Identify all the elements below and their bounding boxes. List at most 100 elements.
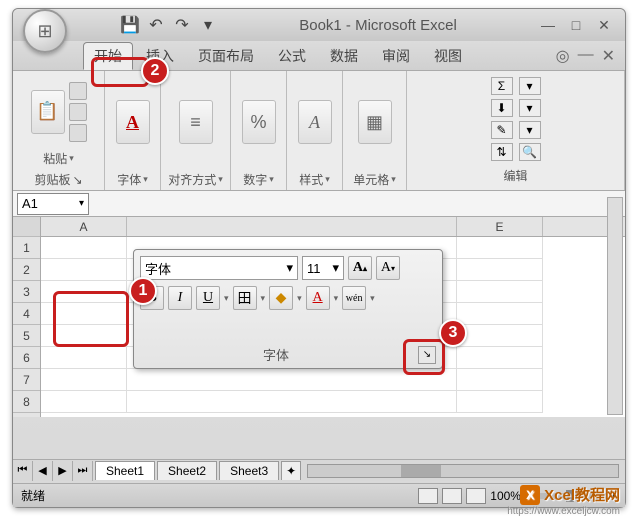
office-button[interactable]: ⊞ <box>23 9 67 53</box>
clear-icon[interactable]: ✎ <box>491 121 513 139</box>
redo-icon[interactable]: ↷ <box>173 16 191 34</box>
italic-button[interactable]: I <box>168 286 192 310</box>
tab-data[interactable]: 数据 <box>319 42 369 70</box>
number-button[interactable]: % <box>242 100 276 144</box>
group-clipboard: 📋 粘贴▾ 剪贴板 ↘ <box>13 71 105 190</box>
row-header[interactable]: 1 <box>13 237 40 259</box>
row-header[interactable]: 5 <box>13 325 40 347</box>
font-name-combo[interactable]: 字体▾ <box>140 256 298 280</box>
tab-layout[interactable]: 页面布局 <box>187 42 265 70</box>
ribbon: 📋 粘贴▾ 剪贴板 ↘ A 字体▾ ≡ 对齐方式▾ % 数字▾ A 样式▾ <box>13 71 625 191</box>
save-icon[interactable]: 💾 <box>121 16 139 34</box>
sheet-tab-1[interactable]: Sheet1 <box>95 461 155 480</box>
row-header[interactable]: 8 <box>13 391 40 413</box>
row-header[interactable]: 3 <box>13 281 40 303</box>
horizontal-scrollbar[interactable] <box>307 464 619 478</box>
row-headers: 1 2 3 4 5 6 7 8 <box>13 217 41 417</box>
quick-access-toolbar: 💾 ↶ ↷ ▾ <box>121 16 217 34</box>
clear-drop-icon[interactable]: ▾ <box>519 121 541 139</box>
autosum-drop-icon[interactable]: ▾ <box>519 77 541 95</box>
autosum-icon[interactable]: Σ <box>491 77 513 95</box>
number-label: 数字 <box>243 171 267 188</box>
first-sheet-icon[interactable]: ⏮ <box>13 461 33 481</box>
underline-button[interactable]: U <box>196 286 220 310</box>
name-box[interactable]: A1 ▾ <box>17 193 89 215</box>
font-color-button[interactable]: A <box>306 286 330 310</box>
alignment-button[interactable]: ≡ <box>179 100 213 144</box>
sheet-tab-3[interactable]: Sheet3 <box>219 461 279 480</box>
shrink-font-button[interactable]: A▾ <box>376 256 400 280</box>
annotation-badge-1: 1 <box>129 277 157 305</box>
row-header[interactable]: 7 <box>13 369 40 391</box>
sheet-tab-bar: ⏮ ◀ ▶ ⏭ Sheet1 Sheet2 Sheet3 ✦ <box>13 459 625 481</box>
tab-review[interactable]: 审阅 <box>371 42 421 70</box>
col-header-hidden <box>127 217 457 236</box>
vertical-scrollbar[interactable] <box>607 197 623 415</box>
page-layout-view-icon[interactable] <box>442 488 462 504</box>
group-font: A 字体▾ <box>105 71 161 190</box>
editing-label: 编辑 <box>413 165 618 186</box>
fill-drop-icon[interactable]: ▾ <box>519 99 541 117</box>
annotation-badge-2: 2 <box>141 57 169 85</box>
undo-icon[interactable]: ↶ <box>147 16 165 34</box>
col-header[interactable]: A <box>41 217 127 236</box>
annotation-box-3 <box>403 339 445 375</box>
fill-color-button[interactable]: ◆ <box>269 286 293 310</box>
paste-button[interactable]: 📋 <box>31 90 65 134</box>
watermark-text: Xcel教程网 <box>544 484 620 505</box>
chevron-down-icon[interactable]: ▾ <box>69 153 74 164</box>
clipboard-launcher-icon[interactable]: ↘ <box>72 173 82 187</box>
copy-icon[interactable] <box>69 103 87 121</box>
new-sheet-button[interactable]: ✦ <box>281 461 301 480</box>
window-title: Book1 - Microsoft Excel <box>217 17 539 34</box>
ribbon-minimize-icon[interactable]: — <box>578 46 594 66</box>
border-button[interactable]: 田 <box>233 286 257 310</box>
cells-button[interactable]: ▦ <box>358 100 392 144</box>
group-alignment: ≡ 对齐方式▾ <box>161 71 231 190</box>
find-icon[interactable]: 🔍 <box>519 143 541 161</box>
close-button[interactable]: ✕ <box>595 16 613 34</box>
prev-sheet-icon[interactable]: ◀ <box>33 461 53 481</box>
grow-font-button[interactable]: A▴ <box>348 256 372 280</box>
alignment-label: 对齐方式 <box>168 171 216 188</box>
row-header[interactable]: 6 <box>13 347 40 369</box>
sheet-tab-2[interactable]: Sheet2 <box>157 461 217 480</box>
last-sheet-icon[interactable]: ⏭ <box>73 461 93 481</box>
group-styles: A 样式▾ <box>287 71 343 190</box>
name-box-value: A1 <box>22 196 38 211</box>
col-header[interactable]: E <box>457 217 543 236</box>
row-header[interactable]: 2 <box>13 259 40 281</box>
sort-icon[interactable]: ⇅ <box>491 143 513 161</box>
phonetic-button[interactable]: wén <box>342 286 366 310</box>
watermark: X Xcel教程网 https://www.exceljcw.com <box>520 484 620 505</box>
cut-icon[interactable] <box>69 82 87 100</box>
watermark-icon: X <box>520 485 540 505</box>
select-all-corner[interactable] <box>13 217 40 237</box>
chevron-down-icon[interactable]: ▾ <box>79 198 84 209</box>
group-editing: Σ ▾ ⬇ ▾ ✎ ▾ ⇅ 🔍 编辑 <box>407 71 625 190</box>
format-painter-icon[interactable] <box>69 124 87 142</box>
font-mini-toolbar: 字体▾ 11▾ A▴ A▾ B I U▾ 田▾ ◆▾ A▾ wén▾ 字体 ↘ <box>133 249 443 369</box>
styles-button[interactable]: A <box>298 100 332 144</box>
column-headers: A E <box>41 217 625 237</box>
group-number: % 数字▾ <box>231 71 287 190</box>
zoom-level[interactable]: 100% <box>490 489 521 503</box>
normal-view-icon[interactable] <box>418 488 438 504</box>
font-group-button[interactable]: A <box>116 100 150 144</box>
minimize-button[interactable]: — <box>539 16 557 34</box>
titlebar: ⊞ 💾 ↶ ↷ ▾ Book1 - Microsoft Excel — □ ✕ <box>13 9 625 41</box>
row-header[interactable]: 4 <box>13 303 40 325</box>
tab-view[interactable]: 视图 <box>423 42 473 70</box>
fill-icon[interactable]: ⬇ <box>491 99 513 117</box>
maximize-button[interactable]: □ <box>567 16 585 34</box>
annotation-badge-3: 3 <box>439 319 467 347</box>
help-icon[interactable]: ◎ <box>556 46 570 66</box>
next-sheet-icon[interactable]: ▶ <box>53 461 73 481</box>
font-size-combo[interactable]: 11▾ <box>302 256 344 280</box>
ribbon-close-icon[interactable]: ✕ <box>602 46 615 66</box>
cells-label: 单元格 <box>353 171 389 188</box>
qat-more-icon[interactable]: ▾ <box>199 16 217 34</box>
clipboard-label: 剪贴板 <box>34 171 70 188</box>
tab-formulas[interactable]: 公式 <box>267 42 317 70</box>
page-break-view-icon[interactable] <box>466 488 486 504</box>
